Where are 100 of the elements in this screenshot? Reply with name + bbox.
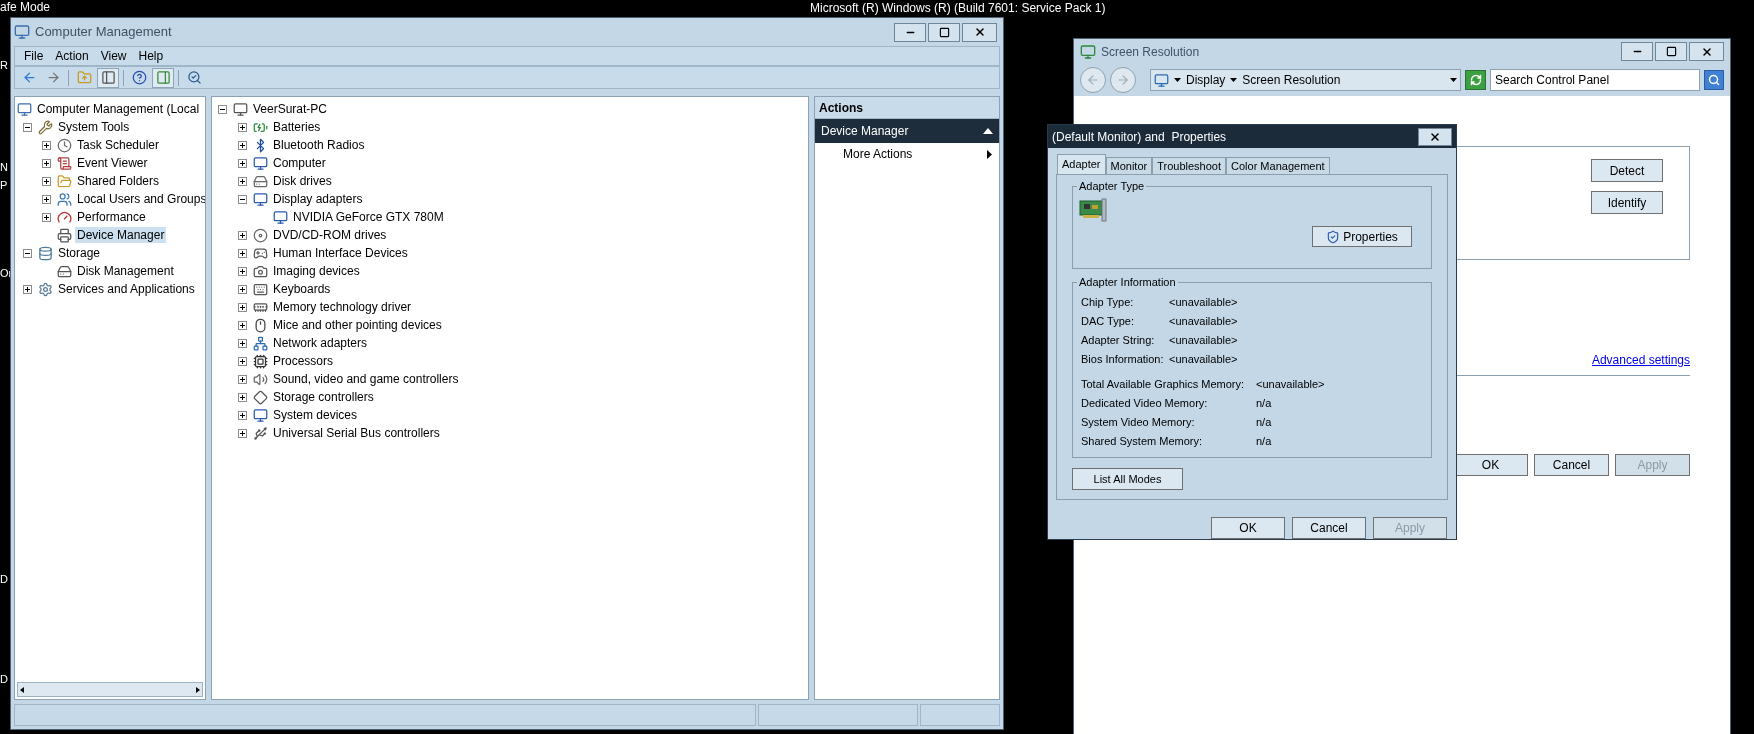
- info-label: Total Available Graphics Memory:: [1081, 377, 1246, 393]
- expand-icon[interactable]: [238, 248, 247, 258]
- tree-item[interactable]: Disk drives: [271, 173, 334, 189]
- menu-item[interactable]: Help: [132, 47, 170, 65]
- tree-item[interactable]: Shared Folders: [75, 173, 162, 189]
- menu-item[interactable]: File: [18, 47, 50, 65]
- collapse-icon[interactable]: [23, 248, 32, 258]
- close-button[interactable]: [1689, 42, 1724, 61]
- properties-button[interactable]: Properties: [1312, 226, 1412, 248]
- address-bar[interactable]: Display Screen Resolution: [1150, 69, 1461, 91]
- collapse-icon[interactable]: [23, 122, 32, 132]
- tree-item[interactable]: Mice and other pointing devices: [271, 317, 444, 333]
- close-icon: [973, 26, 986, 38]
- tree-item[interactable]: Keyboards: [271, 281, 333, 297]
- group-heading: Adapter Information: [1077, 275, 1178, 290]
- expand-icon[interactable]: [42, 158, 51, 168]
- info-value: n/a: [1256, 415, 1272, 431]
- network-icon: [253, 335, 268, 351]
- info-value: n/a: [1256, 434, 1272, 450]
- tree-item[interactable]: VeerSurat-PC: [251, 101, 330, 117]
- expand-icon[interactable]: [238, 374, 247, 384]
- expand-icon[interactable]: [238, 266, 247, 276]
- expand-icon[interactable]: [238, 356, 247, 366]
- tree-item[interactable]: Storage: [56, 245, 103, 261]
- actions-header: Actions: [815, 97, 999, 119]
- display-button[interactable]: Identify: [1591, 191, 1663, 214]
- expand-icon[interactable]: [238, 176, 247, 186]
- tree-item[interactable]: Event Viewer: [75, 155, 150, 171]
- maximize-button[interactable]: [1655, 42, 1687, 61]
- tab[interactable]: Adapter: [1057, 154, 1106, 175]
- tree-item[interactable]: Disk Management: [75, 263, 176, 279]
- tree-item[interactable]: Storage controllers: [271, 389, 376, 405]
- tree-item[interactable]: Sound, video and game controllers: [271, 371, 461, 387]
- tree-item[interactable]: Universal Serial Bus controllers: [271, 425, 442, 441]
- expand-icon[interactable]: [238, 140, 247, 150]
- tree-item[interactable]: System devices: [271, 407, 360, 423]
- toolbar-button[interactable]: [152, 67, 174, 88]
- close-button[interactable]: [962, 22, 997, 42]
- expand-icon[interactable]: [238, 410, 247, 420]
- dialog-button[interactable]: Cancel: [1292, 517, 1366, 539]
- close-button[interactable]: [1418, 127, 1452, 146]
- dialog-button[interactable]: OK: [1211, 517, 1285, 539]
- tree-item[interactable]: Performance: [75, 209, 148, 225]
- refresh-button[interactable]: [1465, 70, 1486, 90]
- tree-item[interactable]: Services and Applications: [56, 281, 197, 297]
- expand-icon[interactable]: [238, 230, 247, 240]
- expand-icon[interactable]: [238, 320, 247, 330]
- expand-icon[interactable]: [42, 176, 51, 186]
- tree-item[interactable]: Human Interface Devices: [271, 245, 410, 261]
- tree-item[interactable]: Processors: [271, 353, 336, 369]
- expand-icon[interactable]: [238, 392, 247, 402]
- expand-icon[interactable]: [238, 158, 247, 168]
- list-all-modes-button[interactable]: List All Modes: [1072, 468, 1183, 491]
- advanced-settings-link[interactable]: Advanced settings: [1591, 351, 1690, 369]
- menu-item[interactable]: Action: [49, 47, 95, 65]
- tree-item[interactable]: Display adapters: [271, 191, 365, 207]
- info-value: <unavailable>: [1169, 295, 1238, 311]
- breadcrumb-item[interactable]: Screen Resolution: [1242, 71, 1341, 89]
- tree-item[interactable]: System Tools: [56, 119, 132, 135]
- log-icon: [57, 155, 72, 171]
- tab[interactable]: Troubleshoot: [1152, 157, 1227, 175]
- search-button[interactable]: [1704, 70, 1724, 90]
- expand-icon[interactable]: [23, 284, 32, 294]
- dialog-button[interactable]: Cancel: [1534, 454, 1609, 476]
- collapse-icon[interactable]: [238, 194, 247, 204]
- actions-section[interactable]: Device Manager: [815, 119, 999, 143]
- tab[interactable]: Color Management: [1226, 157, 1330, 175]
- tree-item[interactable]: Computer Management (Local: [35, 101, 202, 117]
- collapse-icon[interactable]: [218, 104, 227, 114]
- tree-item[interactable]: NVIDIA GeForce GTX 780M: [291, 209, 446, 225]
- tree-item[interactable]: Computer: [271, 155, 328, 171]
- expand-icon[interactable]: [238, 302, 247, 312]
- computer-icon: [233, 101, 248, 117]
- breadcrumb-item[interactable]: Display: [1186, 71, 1226, 89]
- maximize-button[interactable]: [928, 22, 960, 42]
- tree-item[interactable]: Imaging devices: [271, 263, 362, 279]
- expand-icon[interactable]: [42, 212, 51, 222]
- toolbar-button[interactable]: [97, 67, 119, 88]
- tree-item[interactable]: Device Manager: [75, 227, 167, 243]
- expand-icon[interactable]: [42, 140, 51, 150]
- expand-icon[interactable]: [42, 194, 51, 204]
- dropdown-arrow-icon: [1174, 78, 1181, 82]
- expand-icon[interactable]: [238, 284, 247, 294]
- search-field[interactable]: Search Control Panel: [1490, 69, 1700, 91]
- expand-icon[interactable]: [238, 122, 247, 132]
- tree-item[interactable]: Batteries: [271, 119, 323, 135]
- expand-icon[interactable]: [238, 428, 247, 438]
- expand-icon[interactable]: [238, 338, 247, 348]
- tree-item[interactable]: DVD/CD-ROM drives: [271, 227, 389, 243]
- tab[interactable]: Monitor: [1105, 157, 1153, 175]
- tree-item[interactable]: Bluetooth Radios: [271, 137, 367, 153]
- tree-item[interactable]: Task Scheduler: [75, 137, 162, 153]
- action-link[interactable]: More Actions: [843, 145, 913, 163]
- submenu-arrow-icon: [987, 149, 992, 159]
- drive-icon: [253, 173, 268, 189]
- menu-item[interactable]: View: [94, 47, 133, 65]
- tree-item[interactable]: Network adapters: [271, 335, 370, 351]
- tree-item[interactable]: Memory technology driver: [271, 299, 414, 315]
- horizontal-scrollbar[interactable]: [17, 682, 203, 697]
- display-button[interactable]: Detect: [1591, 159, 1663, 182]
